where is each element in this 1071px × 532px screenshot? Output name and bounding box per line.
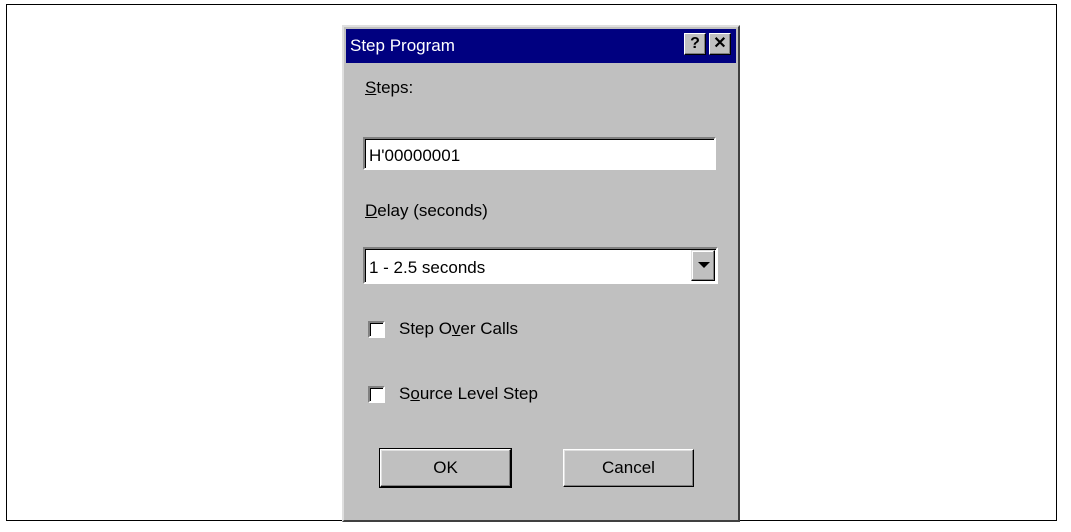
steps-input-value: H'00000001 (369, 146, 461, 165)
close-icon: ✕ (713, 35, 727, 52)
delay-select-value: 1 - 2.5 seconds (369, 258, 486, 277)
help-icon: ? (690, 35, 700, 52)
steps-input[interactable]: H'00000001 (363, 137, 716, 170)
cancel-button[interactable]: Cancel (563, 449, 694, 487)
source-level-step-text-pre: S (399, 384, 411, 403)
source-level-step-text-post: urce Level Step (419, 384, 538, 403)
cancel-button-label: Cancel (602, 458, 655, 477)
title-bar[interactable]: Step Program ? ✕ (346, 29, 736, 63)
ok-button[interactable]: OK (379, 448, 512, 488)
source-level-step-accelerator: o (410, 384, 420, 403)
dialog-title: Step Program (350, 36, 455, 55)
step-over-calls-checkbox[interactable] (368, 321, 385, 338)
delay-label: Delay (seconds) (365, 201, 488, 221)
help-button[interactable]: ? (684, 33, 706, 55)
steps-label: Steps: (365, 78, 413, 98)
source-level-step-checkbox[interactable] (368, 386, 385, 403)
steps-label-text: teps: (376, 78, 414, 97)
close-button[interactable]: ✕ (709, 33, 731, 55)
delay-label-accelerator: D (365, 201, 378, 220)
step-over-calls-text-post: er Calls (460, 319, 519, 338)
delay-dropdown-button[interactable] (691, 250, 715, 281)
dropdown-arrow-icon (698, 262, 710, 268)
step-over-calls-label[interactable]: Step Over Calls (399, 319, 518, 339)
step-over-calls-text-pre: Step O (399, 319, 452, 338)
delay-select[interactable]: 1 - 2.5 seconds (363, 247, 718, 284)
source-level-step-label[interactable]: Source Level Step (399, 384, 538, 404)
ok-button-label: OK (433, 458, 458, 477)
step-program-dialog: Step Program ? ✕ Steps: H'00000001 Delay… (342, 25, 740, 522)
steps-label-accelerator: S (365, 78, 377, 97)
delay-label-text: elay (seconds) (377, 201, 488, 220)
